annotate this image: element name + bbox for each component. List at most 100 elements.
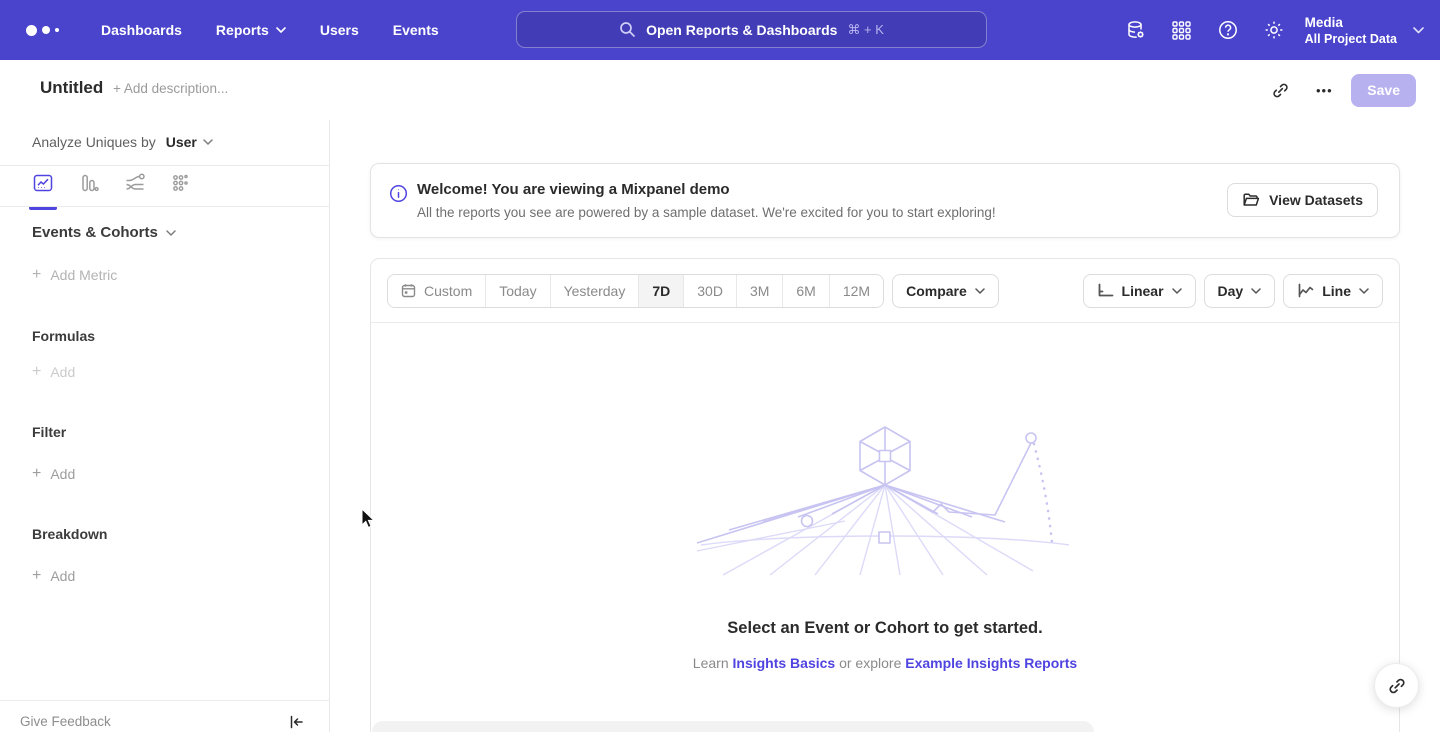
- query-builder-sidebar: Analyze Uniques by User: [0, 120, 330, 732]
- divider: [0, 206, 330, 207]
- more-options-button[interactable]: •••: [1307, 73, 1341, 107]
- events-cohorts-label: Events & Cohorts: [32, 224, 158, 241]
- range-6m[interactable]: 6M: [782, 275, 828, 307]
- search-placeholder: Open Reports & Dashboards: [646, 22, 837, 38]
- nav-right: Media All Project Data: [1113, 0, 1440, 60]
- chevron-down-icon[interactable]: [1413, 21, 1424, 39]
- global-search-input[interactable]: Open Reports & Dashboards ⌘ + K: [516, 11, 987, 48]
- project-switcher[interactable]: Media All Project Data: [1305, 14, 1397, 47]
- tab-bar-chart[interactable]: [78, 172, 100, 206]
- apps-grid-icon[interactable]: [1159, 10, 1205, 50]
- range-12m[interactable]: 12M: [829, 275, 883, 307]
- add-filter-button[interactable]: + Add: [32, 466, 75, 482]
- chevron-down-icon: [1359, 288, 1369, 294]
- plus-icon: +: [32, 365, 41, 379]
- range-30d[interactable]: 30D: [683, 275, 736, 307]
- add-formula-button[interactable]: + Add: [32, 364, 75, 380]
- range-label: 6M: [796, 283, 815, 299]
- chevron-down-icon: [203, 139, 213, 145]
- compare-dropdown[interactable]: Compare: [892, 274, 999, 308]
- nav-item-reports[interactable]: Reports: [203, 14, 299, 46]
- welcome-banner: Welcome! You are viewing a Mixpanel demo…: [370, 163, 1400, 238]
- range-label: Today: [499, 283, 536, 299]
- events-cohorts-section-header[interactable]: Events & Cohorts: [32, 224, 176, 241]
- project-scope: All Project Data: [1305, 31, 1397, 47]
- date-range-segmented-control: Custom Today Yesterday 7D 30D 3M 6M 12M: [387, 274, 884, 308]
- save-button[interactable]: Save: [1351, 74, 1416, 107]
- analyze-uniques-row: Analyze Uniques by User: [32, 134, 213, 150]
- filter-section-header: Filter: [32, 424, 66, 440]
- nav-item-users[interactable]: Users: [307, 14, 372, 46]
- view-datasets-button[interactable]: View Datasets: [1227, 183, 1378, 217]
- add-label: Add: [50, 568, 75, 584]
- report-controls: Custom Today Yesterday 7D 30D 3M 6M 12M …: [371, 259, 1399, 323]
- add-metric-button[interactable]: + Add Metric: [32, 267, 117, 283]
- share-link-fab[interactable]: [1374, 663, 1419, 708]
- visualization-tabs: [32, 172, 192, 206]
- tab-insights-line[interactable]: [32, 172, 54, 206]
- interval-dropdown[interactable]: Day: [1204, 274, 1276, 308]
- chart-type-dropdown[interactable]: Line: [1283, 274, 1383, 308]
- middle-text: or explore: [839, 655, 901, 671]
- range-3m[interactable]: 3M: [736, 275, 782, 307]
- scale-dropdown[interactable]: Linear: [1083, 274, 1196, 308]
- primary-nav: Dashboards Reports Users Events: [88, 14, 452, 46]
- analyze-prefix-label: Analyze Uniques by: [32, 134, 156, 150]
- learn-prefix: Learn: [693, 655, 729, 671]
- example-reports-link[interactable]: Example Insights Reports: [905, 655, 1077, 671]
- analyze-value-label: User: [166, 134, 197, 150]
- give-feedback-link[interactable]: Give Feedback: [20, 714, 111, 729]
- collapse-sidebar-icon[interactable]: [284, 710, 308, 734]
- plus-icon: +: [32, 467, 41, 481]
- report-header: Untitled + Add description... ••• Save: [0, 60, 1440, 120]
- range-custom[interactable]: Custom: [388, 275, 485, 307]
- insights-basics-link[interactable]: Insights Basics: [733, 655, 836, 671]
- add-metric-label: Add Metric: [50, 267, 117, 283]
- banner-title: Welcome! You are viewing a Mixpanel demo: [417, 181, 730, 198]
- range-yesterday[interactable]: Yesterday: [550, 275, 639, 307]
- scale-label: Linear: [1122, 283, 1164, 299]
- chevron-down-icon: [276, 27, 286, 33]
- divider: [0, 165, 330, 166]
- range-today[interactable]: Today: [485, 275, 549, 307]
- chevron-down-icon: [1251, 288, 1261, 294]
- ellipsis-icon: •••: [1316, 83, 1333, 98]
- calendar-icon: [401, 283, 416, 298]
- search-icon: [619, 21, 636, 38]
- info-icon: [389, 184, 408, 208]
- linear-axes-icon: [1097, 283, 1114, 298]
- report-description-placeholder[interactable]: + Add description...: [113, 81, 228, 96]
- analyze-value-dropdown[interactable]: User: [166, 134, 213, 150]
- compare-label: Compare: [906, 283, 967, 299]
- project-name: Media: [1305, 14, 1397, 31]
- formulas-section-header: Formulas: [32, 328, 95, 344]
- settings-gear-icon[interactable]: [1251, 10, 1297, 50]
- tab-flow-sankey[interactable]: [124, 172, 146, 206]
- add-label: Add: [50, 364, 75, 380]
- empty-state-links: Learn Insights Basics or explore Example…: [371, 655, 1399, 671]
- range-label: Custom: [424, 283, 472, 299]
- banner-subtitle: All the reports you see are powered by a…: [417, 205, 996, 220]
- nav-item-events[interactable]: Events: [380, 14, 452, 46]
- tab-metrics-dots[interactable]: [170, 172, 192, 206]
- data-management-icon[interactable]: [1113, 10, 1159, 50]
- chevron-down-icon: [166, 230, 176, 236]
- mixpanel-logo-icon[interactable]: [26, 25, 66, 36]
- range-7d-selected[interactable]: 7D: [638, 275, 683, 307]
- divider: [0, 700, 330, 701]
- copy-link-icon[interactable]: [1263, 73, 1297, 107]
- report-title[interactable]: Untitled: [40, 78, 103, 98]
- nav-item-label: Users: [320, 22, 359, 38]
- chart-type-label: Line: [1322, 283, 1351, 299]
- add-label: Add: [50, 466, 75, 482]
- interval-label: Day: [1218, 283, 1244, 299]
- add-breakdown-button[interactable]: + Add: [32, 568, 75, 584]
- bottom-panel-edge[interactable]: [372, 721, 1094, 732]
- range-label: 12M: [843, 283, 870, 299]
- help-icon[interactable]: [1205, 10, 1251, 50]
- nav-item-label: Dashboards: [101, 22, 182, 38]
- plus-icon: +: [32, 569, 41, 583]
- breakdown-section-header: Breakdown: [32, 526, 107, 542]
- empty-state: Select an Event or Cohort to get started…: [371, 323, 1399, 671]
- nav-item-dashboards[interactable]: Dashboards: [88, 14, 195, 46]
